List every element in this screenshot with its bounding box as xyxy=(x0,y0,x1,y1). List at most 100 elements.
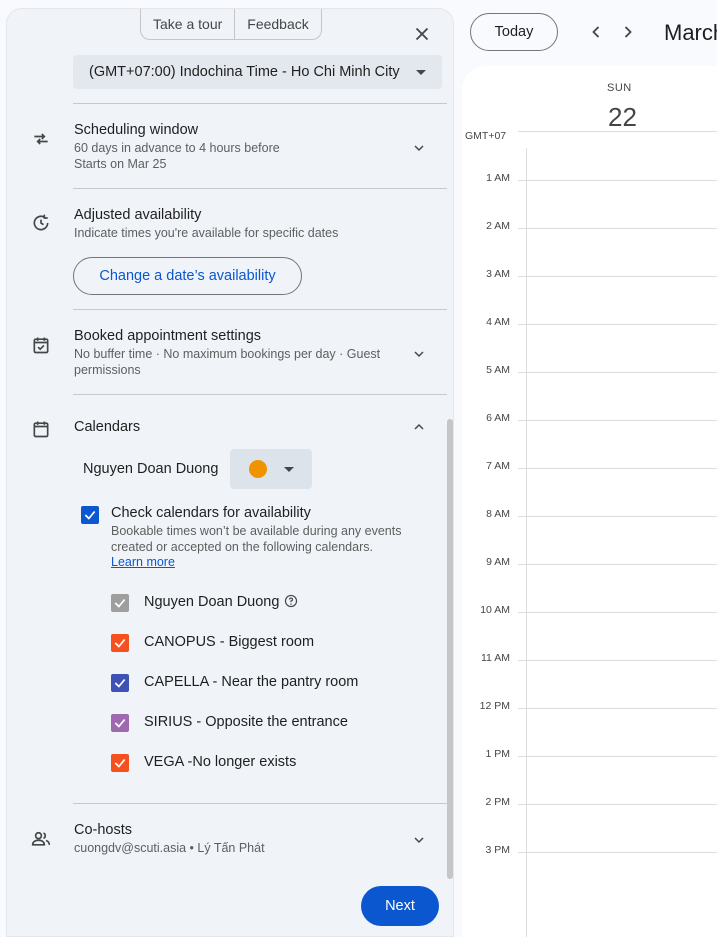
scrollbar[interactable] xyxy=(447,419,453,879)
scheduling-window-line2: Starts on Mar 25 xyxy=(74,157,167,171)
chevron-left-icon[interactable] xyxy=(586,22,606,42)
hour-gridline xyxy=(518,852,717,853)
calendar-icon xyxy=(33,421,49,438)
chevron-down-icon[interactable] xyxy=(411,140,427,156)
scheduling-window-title: Scheduling window xyxy=(74,122,199,138)
divider xyxy=(73,394,447,395)
calendar-item-checkbox[interactable] xyxy=(111,674,129,692)
hour-label: 7 AM xyxy=(486,460,510,472)
close-icon[interactable] xyxy=(411,23,433,45)
color-dot xyxy=(249,460,267,478)
hour-gridline xyxy=(518,324,717,325)
swap-arrows-icon xyxy=(34,133,48,145)
booked-settings-line1: No buffer time · No maximum bookings per… xyxy=(74,347,381,361)
hour-label: 1 AM xyxy=(486,172,510,184)
hour-gridline xyxy=(518,180,717,181)
hour-label: 12 PM xyxy=(479,700,510,712)
timezone-label: GMT+07 xyxy=(465,130,507,142)
adjusted-availability-title: Adjusted availability xyxy=(74,207,202,223)
calendar-day-view: SUN 22 GMT+07 1 AM 2 AM 3 AM 4 AM 5 AM 6 AM 7 … xyxy=(462,66,717,937)
booked-settings-line2: permissions xyxy=(74,363,141,377)
help-icon[interactable] xyxy=(284,594,298,608)
hour-label: 8 AM xyxy=(486,508,510,520)
calendar-item: VEGA -No longer exists xyxy=(111,753,431,773)
hour-label: 11 AM xyxy=(481,652,510,664)
next-button[interactable]: Next xyxy=(361,886,439,926)
calendar-item-label: CAPELLA - Near the pantry room xyxy=(144,674,359,690)
change-date-availability-button[interactable]: Change a date’s availability xyxy=(73,257,302,295)
hour-gridline xyxy=(518,516,717,517)
cohosts-title: Co-hosts xyxy=(74,822,133,838)
hour-gridline xyxy=(518,612,717,613)
chevron-down-icon[interactable] xyxy=(411,832,427,848)
hour-gridline xyxy=(518,420,717,421)
hour-gridline xyxy=(518,756,717,757)
check-availability-label: Check calendars for availability xyxy=(111,505,311,521)
check-availability-checkbox[interactable] xyxy=(81,506,99,524)
history-clock-icon xyxy=(33,214,49,231)
hour-label: 6 AM xyxy=(486,412,510,424)
divider xyxy=(73,188,447,189)
calendar-item: SIRIUS - Opposite the entrance xyxy=(111,713,431,733)
calendar-item-label: VEGA -No longer exists xyxy=(144,754,297,770)
booking-settings-panel: Take a tour Feedback (GMT+07:00) Indochi… xyxy=(6,8,454,937)
hour-label: 3 AM xyxy=(486,268,510,280)
adjusted-availability-subtitle: Indicate times you're available for spec… xyxy=(74,226,339,240)
hour-label: 9 AM xyxy=(486,556,510,568)
caret-down-icon xyxy=(416,69,426,75)
checkmark-icon xyxy=(84,510,96,520)
people-icon xyxy=(31,831,51,846)
checkmark-icon xyxy=(114,678,126,688)
calendar-item-checkbox[interactable] xyxy=(111,754,129,772)
hour-gridline xyxy=(518,228,717,229)
hour-gridline xyxy=(518,660,717,661)
hour-gridline xyxy=(518,131,717,132)
checkmark-icon xyxy=(114,598,126,608)
scheduling-window-line1: 60 days in advance to 4 hours before xyxy=(74,141,280,155)
checkmark-icon xyxy=(114,638,126,648)
month-title: March xyxy=(664,20,717,45)
hour-label: 10 AM xyxy=(480,604,510,616)
hour-label: 3 PM xyxy=(485,844,510,856)
take-tour-button[interactable]: Take a tour xyxy=(141,9,234,39)
cohosts-subtitle: cuongdv@scuti.asia • Lý Tấn Phát xyxy=(74,841,265,855)
chevron-down-icon[interactable] xyxy=(411,346,427,362)
calendar-owner-name: Nguyen Doan Duong xyxy=(83,461,219,477)
hour-gridline xyxy=(518,564,717,565)
hour-gridline xyxy=(518,804,717,805)
learn-more-link[interactable]: Learn more xyxy=(111,555,175,569)
caret-down-icon xyxy=(284,467,294,472)
timezone-select[interactable]: (GMT+07:00) Indochina Time - Ho Chi Minh… xyxy=(73,55,442,89)
today-button[interactable]: Today xyxy=(470,13,558,51)
checkmark-icon xyxy=(114,758,126,768)
calendar-item-checkbox[interactable] xyxy=(111,634,129,652)
hour-label: 5 AM xyxy=(486,364,510,376)
calendar-item-checkbox[interactable] xyxy=(111,714,129,732)
calendar-item-checkbox[interactable] xyxy=(111,594,129,612)
hour-label: 4 AM xyxy=(486,316,510,328)
divider xyxy=(73,803,447,804)
check-availability-description: Bookable times won’t be available during… xyxy=(111,524,402,554)
feedback-button[interactable]: Feedback xyxy=(234,9,320,39)
timezone-value: (GMT+07:00) Indochina Time - Ho Chi Minh… xyxy=(89,64,400,80)
hour-gridline xyxy=(518,708,717,709)
divider xyxy=(73,309,447,310)
day-number[interactable]: 22 xyxy=(608,102,637,133)
event-available-icon xyxy=(33,337,49,354)
hour-gridline xyxy=(518,468,717,469)
hour-label: 2 PM xyxy=(485,796,510,808)
chevron-right-icon[interactable] xyxy=(618,22,638,42)
calendar-item: Nguyen Doan Duong xyxy=(111,593,431,613)
day-column-divider xyxy=(526,148,527,937)
calendar-item: CANOPUS - Biggest room xyxy=(111,633,431,653)
hour-gridline xyxy=(518,276,717,277)
divider xyxy=(73,103,447,104)
hour-label: 2 AM xyxy=(486,220,510,232)
calendar-item-label: CANOPUS - Biggest room xyxy=(144,634,315,650)
calendar-item-label: Nguyen Doan Duong xyxy=(144,594,280,610)
calendar-color-select[interactable] xyxy=(230,449,312,489)
calendar-item: CAPELLA - Near the pantry room xyxy=(111,673,431,693)
tour-feedback-group: Take a tour Feedback xyxy=(140,9,322,40)
chevron-up-icon[interactable] xyxy=(411,419,427,435)
checkmark-icon xyxy=(114,718,126,728)
